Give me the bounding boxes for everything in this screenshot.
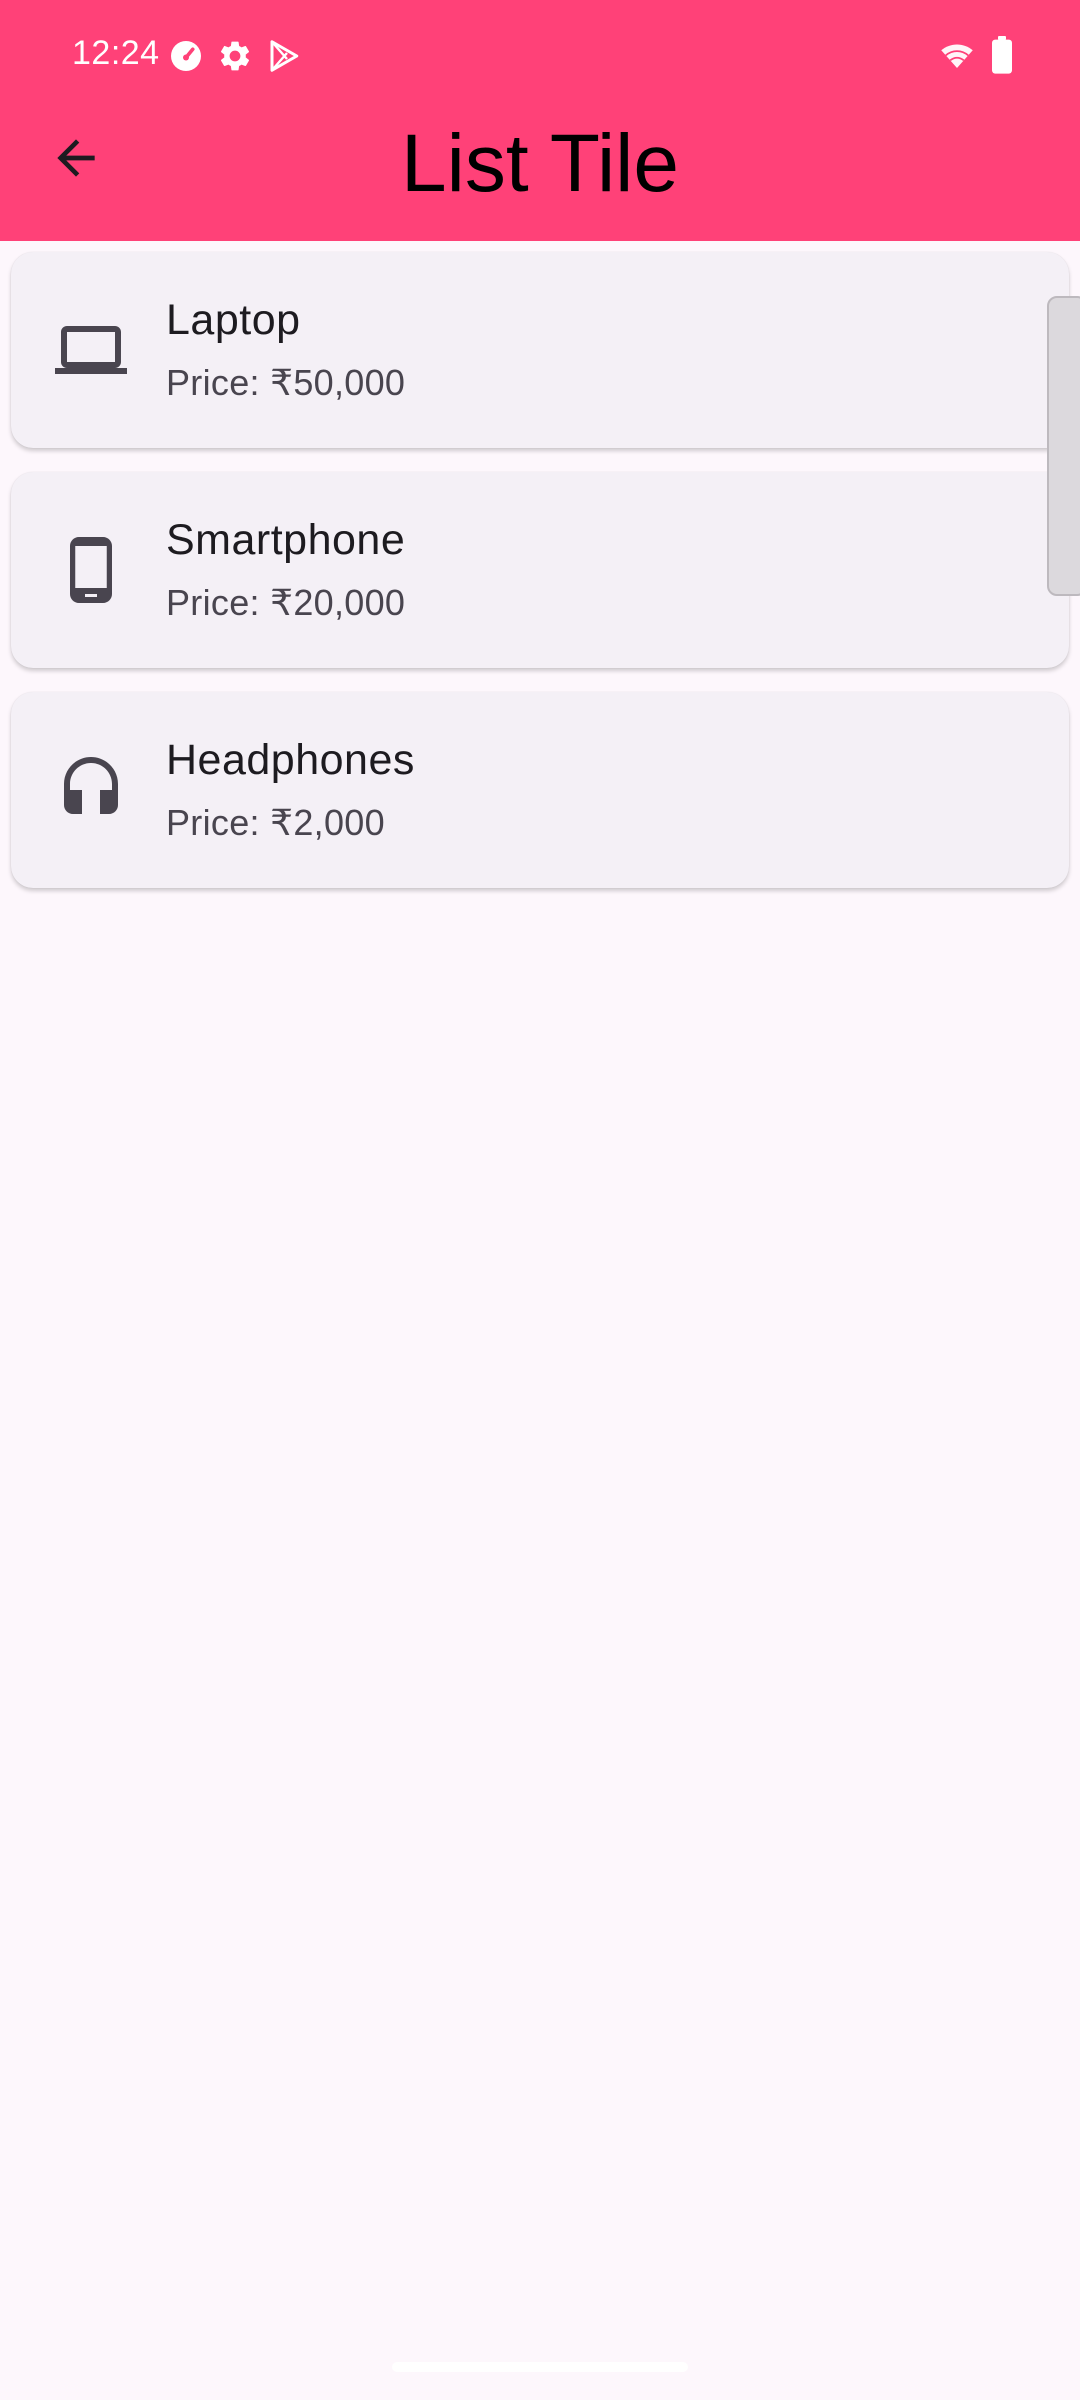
list-tile-subtitle: Price: ₹2,000 [166, 802, 385, 843]
scrollbar-thumb[interactable] [1047, 296, 1080, 596]
speedometer-icon [168, 38, 204, 79]
list-tile-subtitle: Price: ₹50,000 [166, 362, 406, 403]
laptop-icon [55, 314, 127, 386]
app-bar: 12:24 List Tile [0, 0, 1080, 241]
list-tile-subtitle: Price: ₹20,000 [166, 582, 406, 623]
play-store-icon [266, 38, 302, 79]
wifi-icon [938, 38, 976, 79]
battery-icon [992, 36, 1012, 79]
item-list: Laptop Price: ₹50,000 Smartphone Price: … [11, 252, 1069, 912]
list-tile-title: Laptop [166, 296, 301, 344]
list-tile-smartphone[interactable]: Smartphone Price: ₹20,000 [11, 472, 1069, 668]
list-tile-title: Smartphone [166, 516, 406, 564]
gear-icon [217, 38, 253, 79]
list-tile-laptop[interactable]: Laptop Price: ₹50,000 [11, 252, 1069, 448]
smartphone-icon [55, 534, 127, 606]
list-tile-headphones[interactable]: Headphones Price: ₹2,000 [11, 692, 1069, 888]
headphones-icon [55, 754, 127, 826]
status-bar: 12:24 [0, 0, 1080, 112]
status-time: 12:24 [72, 34, 160, 72]
home-indicator[interactable] [392, 2362, 688, 2372]
list-tile-title: Headphones [166, 736, 415, 784]
page-title: List Tile [401, 118, 679, 209]
